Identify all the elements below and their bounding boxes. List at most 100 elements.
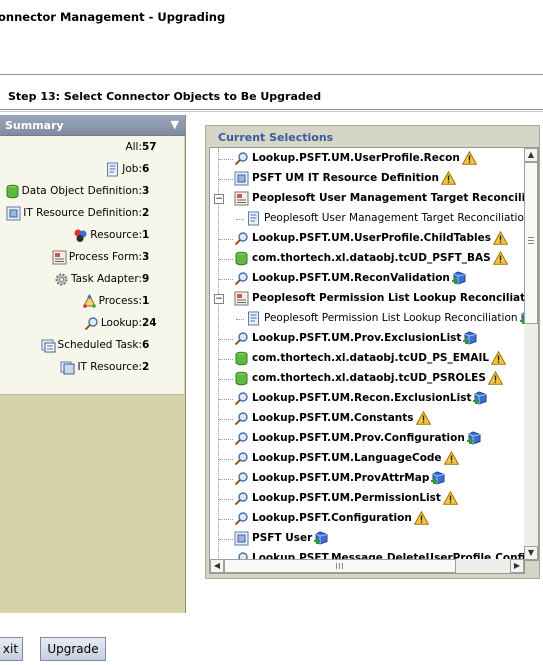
window-title: onnector Management - Upgrading [0,10,226,24]
tree-child-item[interactable]: Peoplesoft Permission List Lookup Reconc… [210,309,524,328]
tree-connector [219,359,233,361]
warning-icon [413,510,429,525]
tree-item[interactable]: Lookup.PSFT.UM.UserProfile.ChildTables [210,229,522,248]
database-icon [234,371,249,386]
vertical-scroll-thumb[interactable] [524,162,538,324]
new-object-icon [314,531,329,546]
tree-item-label: Lookup.PSFT.UM.Prov.Configuration [252,432,465,444]
summary-header[interactable]: Summary ▼ [0,115,185,136]
lookup-icon [234,411,249,426]
lookup-icon [234,471,249,486]
tree-item[interactable]: Lookup.PSFT.UM.Recon.ExclusionList [210,389,522,408]
tree-item[interactable]: Lookup.PSFT.UM.ReconValidation [210,269,522,288]
tree-connector [219,459,233,461]
summary-row-count: 9 [142,273,150,285]
tree-item-label: Lookup.PSFT.UM.UserProfile.ChildTables [252,232,491,244]
tree-connector [219,339,233,341]
tree-connector [219,539,233,541]
tree-item-label: Lookup.PSFT.UM.Constants [252,412,414,424]
tree-item[interactable]: Lookup.PSFT.UM.Constants [210,409,522,428]
collapse-arrow-icon[interactable]: ▼ [171,118,179,131]
vertical-scrollbar[interactable]: ▲ ▼ [524,147,539,561]
tree-item-label: Lookup.PSFT.UM.PermissionList [252,492,441,504]
new-object-icon [466,431,482,446]
lookup-icon [234,151,249,166]
lookup-icon [234,271,249,286]
warning-icon [440,170,457,185]
tree-connector [236,219,244,221]
summary-row-label: Process Form: [68,251,142,263]
summary-row-label: Task Adapter: [70,273,142,285]
it-resource-definition-icon [6,206,21,221]
tree-item[interactable]: com.thortech.xl.dataobj.tcUD_PS_EMAIL [210,349,522,368]
resource-icon [73,228,87,242]
tree-child-item[interactable]: Peoplesoft User Management Target Reconc… [210,209,525,228]
summary-row-count: 24 [142,317,157,329]
summary-row: Data Object Definition: 3 [0,182,184,202]
collapse-toggle-icon[interactable]: − [214,194,224,204]
warning-icon [443,450,459,465]
tree-item-label: Lookup.PSFT.UM.UserProfile.Recon [252,152,460,164]
tree-connector [236,319,244,321]
process-form-icon [52,250,67,265]
database-icon [234,351,249,366]
summary-row: IT Resource: 2 [0,358,184,378]
tree-item[interactable]: Lookup.PSFT.UM.Prov.Configuration [210,429,522,448]
upgrade-button[interactable]: Upgrade [40,637,106,661]
summary-row-count: 6 [142,163,150,175]
summary-row-count: 3 [142,251,150,263]
step-title: Step 13: Select Connector Objects to Be … [8,90,322,103]
warning-icon [487,370,504,385]
tree-connector [219,519,233,521]
tree-item-label: PSFT UM IT Resource Definition [252,172,439,184]
job-icon [246,311,261,326]
lookup-icon [234,231,249,246]
tree-connector [219,499,233,501]
tree-item[interactable]: Lookup.PSFT.UM.Prov.ExclusionList [210,329,522,348]
step-header: Step 13: Select Connector Objects to Be … [0,75,543,108]
tree-item[interactable]: − Peoplesoft User Management Target Recon… [210,189,524,208]
scroll-down-icon[interactable]: ▼ [524,546,538,560]
tree-item[interactable]: Lookup.PSFT.UM.PermissionList [210,489,522,508]
tree-item[interactable]: PSFT User [210,529,522,548]
tree-item[interactable]: com.thortech.xl.dataobj.tcUD_PSROLES [210,369,522,388]
tree-item-label: com.thortech.xl.dataobj.tcUD_PS_EMAIL [252,352,490,364]
tree-item[interactable]: PSFT UM IT Resource Definition [210,169,522,188]
horizontal-scrollbar[interactable]: ◀ ▶ [209,559,525,574]
tree-item-label: Lookup.PSFT.UM.LanguageCode [252,452,442,464]
tree-item[interactable]: − Peoplesoft Permission List Lookup Recon… [210,289,524,308]
lookup-icon [234,431,249,446]
scheduled-task-icon [41,338,56,353]
scroll-up-icon[interactable]: ▲ [524,148,538,162]
summary-row-label: Lookup: [100,317,142,329]
tree-item-label: Peoplesoft User Management Target Reconc… [264,212,525,224]
tree-item[interactable]: com.thortech.xl.dataobj.tcUD_PSFT_BAS [210,249,522,268]
tree-item[interactable]: Lookup.PSFT.Configuration [210,509,522,528]
tree-connector [219,479,233,481]
tree-connector [219,259,233,261]
scroll-left-icon[interactable]: ◀ [210,559,224,573]
horizontal-scroll-thumb[interactable] [224,559,456,573]
lookup-icon [234,511,249,526]
tree-item[interactable]: Lookup.PSFT.UM.ProvAttrMap [210,469,522,488]
summary-row: Scheduled Task: 6 [0,336,184,356]
tree-connector [219,179,233,181]
exit-button[interactable]: xit [0,637,23,661]
new-object-icon [451,271,467,286]
tree-item[interactable]: Lookup.PSFT.UM.LanguageCode [210,449,522,468]
tree-connector [219,419,233,421]
scroll-right-icon[interactable]: ▶ [510,559,524,573]
tree-connector [219,239,233,241]
selections-tree[interactable]: Lookup.PSFT.UM.UserProfile.Recon PSFT UM … [209,147,525,561]
new-object-icon [431,471,446,486]
current-selections-panel: Current Selections Lookup.PSFT.UM.UserPr… [205,125,540,579]
tree-item[interactable]: Lookup.PSFT.UM.UserProfile.Recon [210,149,522,168]
collapse-toggle-icon[interactable]: − [214,294,224,304]
tree-item-label: Lookup.PSFT.UM.Recon.ExclusionList [252,392,472,404]
database-icon [5,184,19,199]
summary-row-label: All: [125,141,142,153]
lookup-icon [84,316,98,331]
summary-row-label: Job: [122,163,142,175]
summary-row: Task Adapter: 9 [0,270,184,290]
summary-row-label: Data Object Definition: [21,185,142,197]
